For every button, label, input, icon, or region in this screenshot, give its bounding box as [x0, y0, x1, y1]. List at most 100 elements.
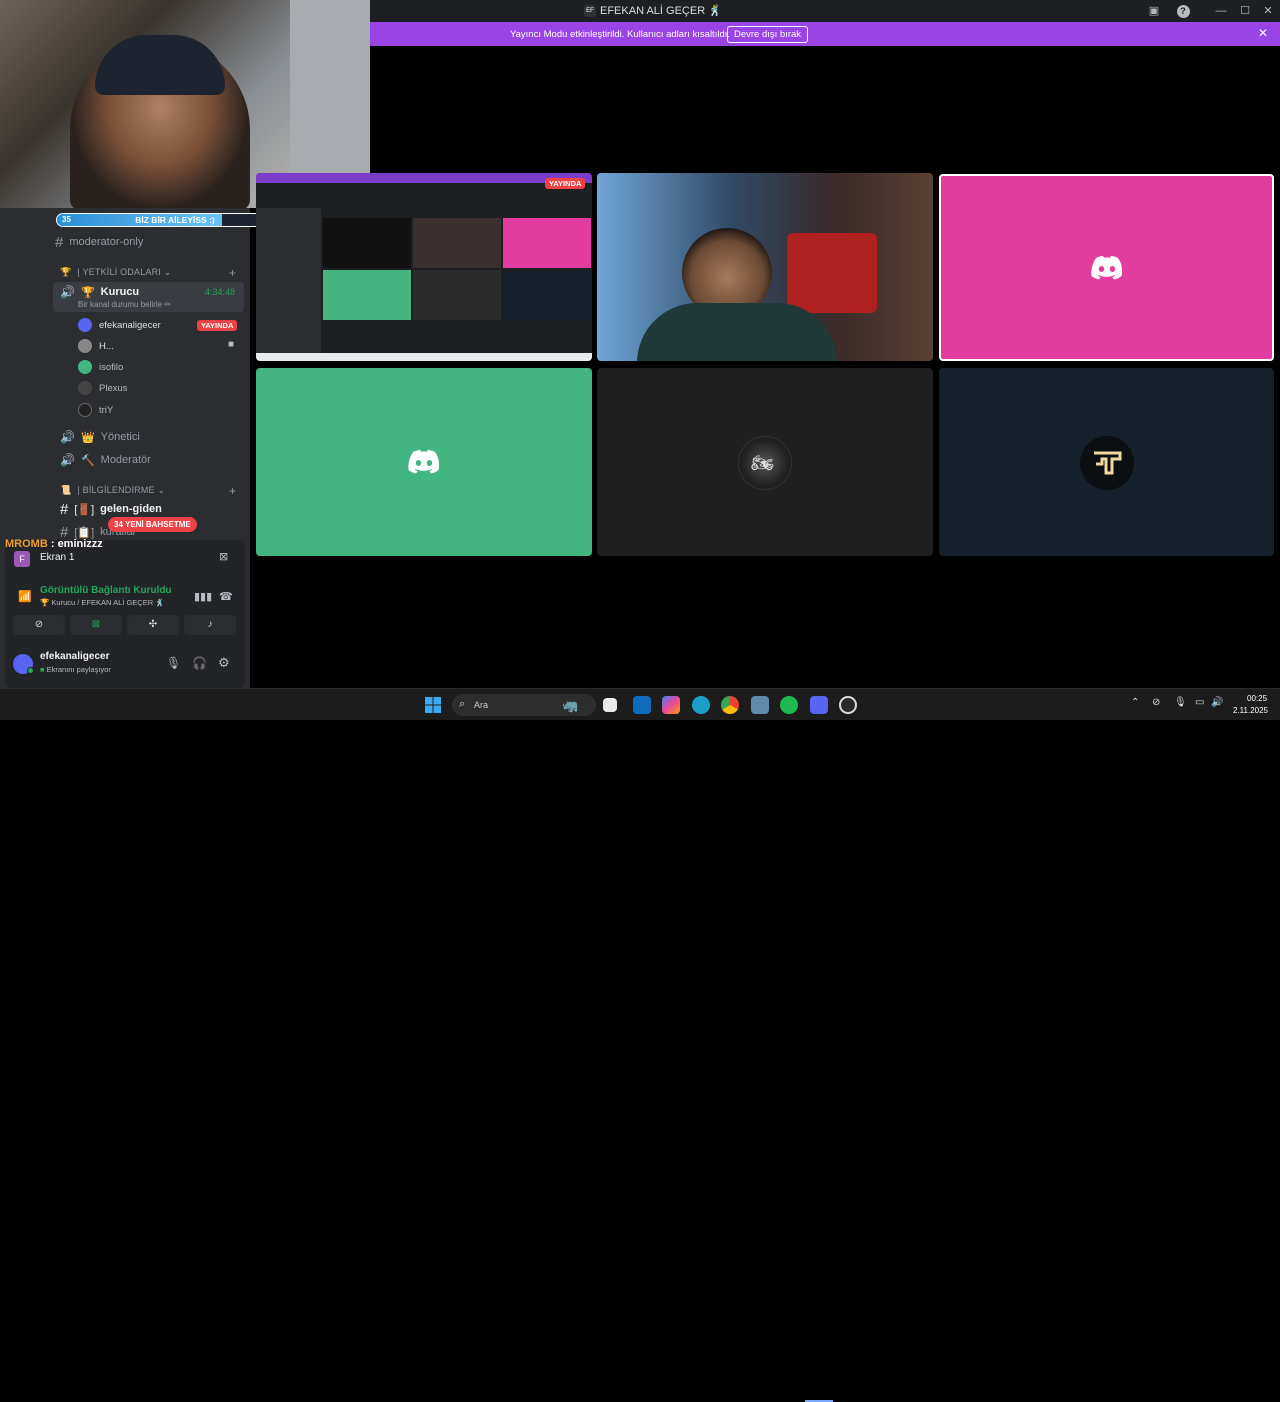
- tile-logo-user[interactable]: [939, 368, 1274, 556]
- stop-stream-icon[interactable]: ⊠: [219, 550, 228, 563]
- task-view-icon[interactable]: [603, 698, 617, 712]
- nested-tile: [413, 270, 501, 320]
- stop-share-button[interactable]: ⊠: [70, 615, 122, 635]
- speaker-icon: 🔊: [60, 285, 75, 299]
- spotify-icon[interactable]: [780, 696, 798, 714]
- tray-app-icon[interactable]: ⊘: [1152, 697, 1160, 708]
- hash-icon: #: [55, 233, 64, 251]
- clock-date[interactable]: 2.11.2025: [1233, 706, 1268, 715]
- disconnect-icon[interactable]: ☎: [219, 590, 233, 603]
- avatar: [78, 360, 92, 374]
- microphone-icon[interactable]: 🎙: [166, 656, 181, 670]
- disable-streamer-mode-button[interactable]: Devre dışı bırak: [727, 26, 809, 43]
- streamer-cap: [95, 35, 225, 95]
- user-avatar: 🏍: [738, 436, 792, 490]
- activities-button[interactable]: ✣: [127, 615, 179, 635]
- member-h[interactable]: H...: [78, 337, 114, 355]
- soundboard-icon: ♪: [207, 619, 213, 630]
- category-yetkili[interactable]: 🏆 | YETKİLİ ODALARI ⌄: [60, 262, 171, 282]
- nested-taskbar: [256, 353, 592, 361]
- trophy-icon: 🏆: [80, 286, 95, 299]
- avatar: [78, 318, 92, 332]
- windows-start-icon[interactable]: [425, 697, 441, 713]
- outlook-icon[interactable]: [633, 696, 651, 714]
- speaker-icon: 🔊: [60, 453, 75, 467]
- add-channel-icon[interactable]: +: [229, 484, 236, 498]
- activities-icon: ✣: [148, 619, 158, 630]
- streamer-mode-banner: Yayıncı Modu etkinleştirildi. Kullanıcı …: [370, 22, 1280, 46]
- discord-taskbar-icon[interactable]: [810, 696, 828, 714]
- edge-icon[interactable]: [692, 696, 710, 714]
- close-button[interactable]: ✕: [1259, 3, 1277, 19]
- headphones-icon[interactable]: 🎧: [192, 656, 207, 670]
- screen-avatar: F: [14, 551, 30, 567]
- member-isofilo[interactable]: isofilo: [78, 358, 123, 376]
- tile-discord-pink[interactable]: [939, 174, 1274, 361]
- volume-icon[interactable]: 🔊: [1211, 697, 1223, 708]
- nested-tile: [323, 270, 411, 320]
- kurucu-header: 🔊 🏆 Kurucu: [60, 285, 140, 299]
- settings-app-icon[interactable]: [751, 696, 769, 714]
- nested-tile: [323, 218, 411, 268]
- screen-share-icon: ⊠: [91, 619, 101, 630]
- network-icon[interactable]: ▭: [1195, 697, 1204, 708]
- banner-message: Yayıncı Modu etkinleştirildi. Kullanıcı …: [510, 29, 731, 40]
- person-shirt: [637, 303, 837, 361]
- search-icon: ⌕: [459, 698, 466, 710]
- maximize-button[interactable]: ☐: [1236, 3, 1254, 19]
- channel-gelen-giden[interactable]: # [🚪] gelen-giden: [60, 499, 162, 519]
- windows-taskbar: ⌕ Ara 🦏 ⌃ ⊘ 🎙 ▭ 🔊 00:25 2.11.2025: [0, 688, 1280, 1402]
- member-efekanaligecer[interactable]: efekanaligecer: [78, 316, 161, 334]
- voice-channel-moderator[interactable]: 🔊 🔨 Moderatör: [60, 450, 151, 470]
- user-status: ■ Ekranını paylaşıyor: [40, 665, 111, 674]
- copilot-icon[interactable]: [662, 696, 680, 714]
- close-banner-icon[interactable]: ✕: [1258, 26, 1268, 40]
- tray-chevron-icon[interactable]: ⌃: [1131, 697, 1139, 708]
- window-title-text: EFEKAN ALİ GEÇER 🕺: [600, 5, 722, 17]
- connection-sub: 🏆 Kurucu / EFEKAN ALİ GEÇER 🕺: [40, 598, 165, 607]
- screen-icon: ■: [40, 665, 47, 674]
- help-icon[interactable]: ?: [1174, 3, 1192, 19]
- category-bilgi[interactable]: 📜 | BİLGİLENDİRME ⌄: [60, 480, 165, 500]
- window-title: EF EFEKAN ALİ GEÇER 🕺: [584, 4, 722, 17]
- tile-camera-user[interactable]: [597, 173, 933, 361]
- obs-icon[interactable]: [839, 696, 857, 714]
- tile-motorbike-user[interactable]: 🏍: [597, 368, 933, 556]
- channel-status[interactable]: Bir kanal durumu belirle ✏: [78, 300, 171, 309]
- settings-icon[interactable]: ⚙: [218, 655, 230, 671]
- channel-moderator-only[interactable]: # moderator-only: [55, 232, 143, 252]
- add-channel-icon[interactable]: +: [229, 266, 236, 280]
- motorbike-icon: 🏍: [751, 453, 774, 473]
- noise-suppression-icon[interactable]: ▮▮▮: [194, 590, 212, 603]
- taskbar-search[interactable]: ⌕ Ara 🦏: [452, 694, 596, 716]
- screen-share-icon[interactable]: ▣: [1145, 3, 1163, 19]
- page-icon: [📋]: [74, 526, 95, 539]
- nested-sidebar: [256, 208, 321, 353]
- voice-channel-yonetici[interactable]: 🔊 👑 Yönetici: [60, 427, 140, 447]
- username: efekanaligecer: [40, 651, 110, 662]
- crown-icon: 👑: [80, 431, 95, 444]
- chrome-icon[interactable]: [721, 696, 739, 714]
- tile-screen-share[interactable]: YAYINDA: [256, 173, 592, 361]
- discord-logo-icon: [408, 449, 440, 474]
- connection-status[interactable]: Görüntülü Bağlantı Kuruldu: [40, 585, 172, 596]
- new-mentions-badge[interactable]: 34 YENİ BAHSETME: [108, 517, 197, 532]
- search-highlight-icon: 🦏: [562, 698, 579, 713]
- camera-off-button[interactable]: ⊘: [13, 615, 65, 635]
- nested-tile: [413, 218, 501, 268]
- trophy-icon: 🏆: [60, 266, 72, 277]
- member-triy[interactable]: triY: [78, 401, 113, 419]
- minimize-button[interactable]: —: [1212, 3, 1230, 19]
- soundboard-button[interactable]: ♪: [184, 615, 236, 635]
- clock-time[interactable]: 00:25: [1247, 694, 1267, 703]
- server-logo-icon: [1094, 451, 1122, 475]
- live-badge: YAYINDA: [197, 320, 238, 331]
- member-plexus[interactable]: Plexus: [78, 379, 128, 397]
- avatar: [78, 381, 92, 395]
- user-avatar: [1080, 436, 1134, 490]
- nested-banner: [256, 173, 592, 183]
- signal-icon: 📶: [18, 591, 32, 603]
- tray-mic-icon[interactable]: 🎙: [1174, 697, 1187, 708]
- wall-poster: [787, 233, 877, 313]
- tile-discord-green[interactable]: [256, 368, 592, 556]
